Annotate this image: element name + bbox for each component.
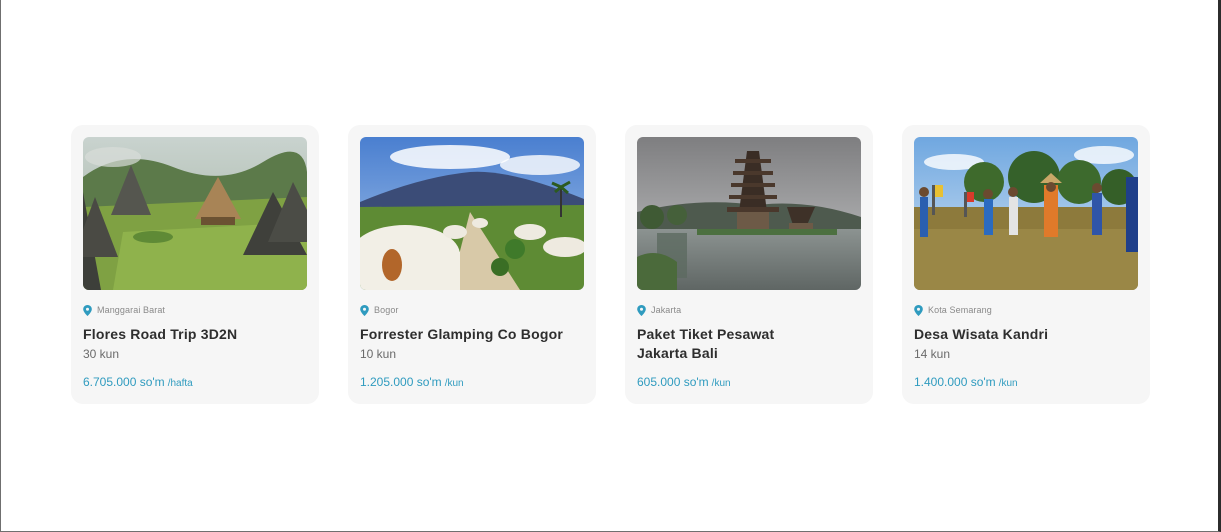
tour-price: 605.000 so'm/kun — [637, 375, 731, 389]
tour-card[interactable]: Jakarta Paket Tiket Pesawat Jakarta Bali… — [625, 125, 873, 404]
tour-price: 1.205.000 so'm/kun — [360, 375, 464, 389]
location-row: Kota Semarang — [914, 304, 1138, 316]
price-amount: 1.400.000 so'm — [914, 375, 996, 389]
location-label: Kota Semarang — [928, 305, 992, 315]
price-amount: 6.705.000 so'm — [83, 375, 165, 389]
location-pin-icon — [637, 304, 646, 316]
tour-image[interactable] — [637, 137, 861, 290]
location-row: Manggarai Barat — [83, 304, 307, 316]
tour-image[interactable] — [914, 137, 1138, 290]
tour-card[interactable]: Manggarai Barat Flores Road Trip 3D2N 30… — [71, 125, 319, 404]
location-label: Bogor — [374, 305, 399, 315]
location-pin-icon — [914, 304, 923, 316]
page-frame: Manggarai Barat Flores Road Trip 3D2N 30… — [0, 0, 1221, 532]
tour-price: 6.705.000 so'm/hafta — [83, 375, 193, 389]
location-row: Jakarta — [637, 304, 861, 316]
tour-card[interactable]: Kota Semarang Desa Wisata Kandri 14 kun … — [902, 125, 1150, 404]
price-amount: 1.205.000 so'm — [360, 375, 442, 389]
location-pin-icon — [83, 304, 92, 316]
price-unit: /hafta — [167, 378, 193, 389]
tour-title[interactable]: Flores Road Trip 3D2N — [83, 325, 307, 344]
tour-card[interactable]: Bogor Forrester Glamping Co Bogor 10 kun… — [348, 125, 596, 404]
tour-title[interactable]: Desa Wisata Kandri — [914, 325, 1138, 344]
price-amount: 605.000 so'm — [637, 375, 709, 389]
price-unit: /kun — [711, 378, 731, 389]
tour-price: 1.400.000 so'm/kun — [914, 375, 1018, 389]
tour-duration: 30 kun — [83, 347, 120, 361]
tour-image[interactable] — [360, 137, 584, 290]
price-unit: /kun — [998, 378, 1018, 389]
location-row: Bogor — [360, 304, 584, 316]
tour-title[interactable]: Forrester Glamping Co Bogor — [360, 325, 584, 344]
tour-card-list: Manggarai Barat Flores Road Trip 3D2N 30… — [71, 125, 1150, 404]
location-label: Jakarta — [651, 305, 682, 315]
location-pin-icon — [360, 304, 369, 316]
tour-duration: 14 kun — [914, 347, 951, 361]
location-label: Manggarai Barat — [97, 305, 166, 315]
tour-duration: 10 kun — [360, 347, 397, 361]
tour-title[interactable]: Paket Tiket Pesawat Jakarta Bali — [637, 325, 787, 363]
tour-image[interactable] — [83, 137, 307, 290]
price-unit: /kun — [444, 378, 464, 389]
